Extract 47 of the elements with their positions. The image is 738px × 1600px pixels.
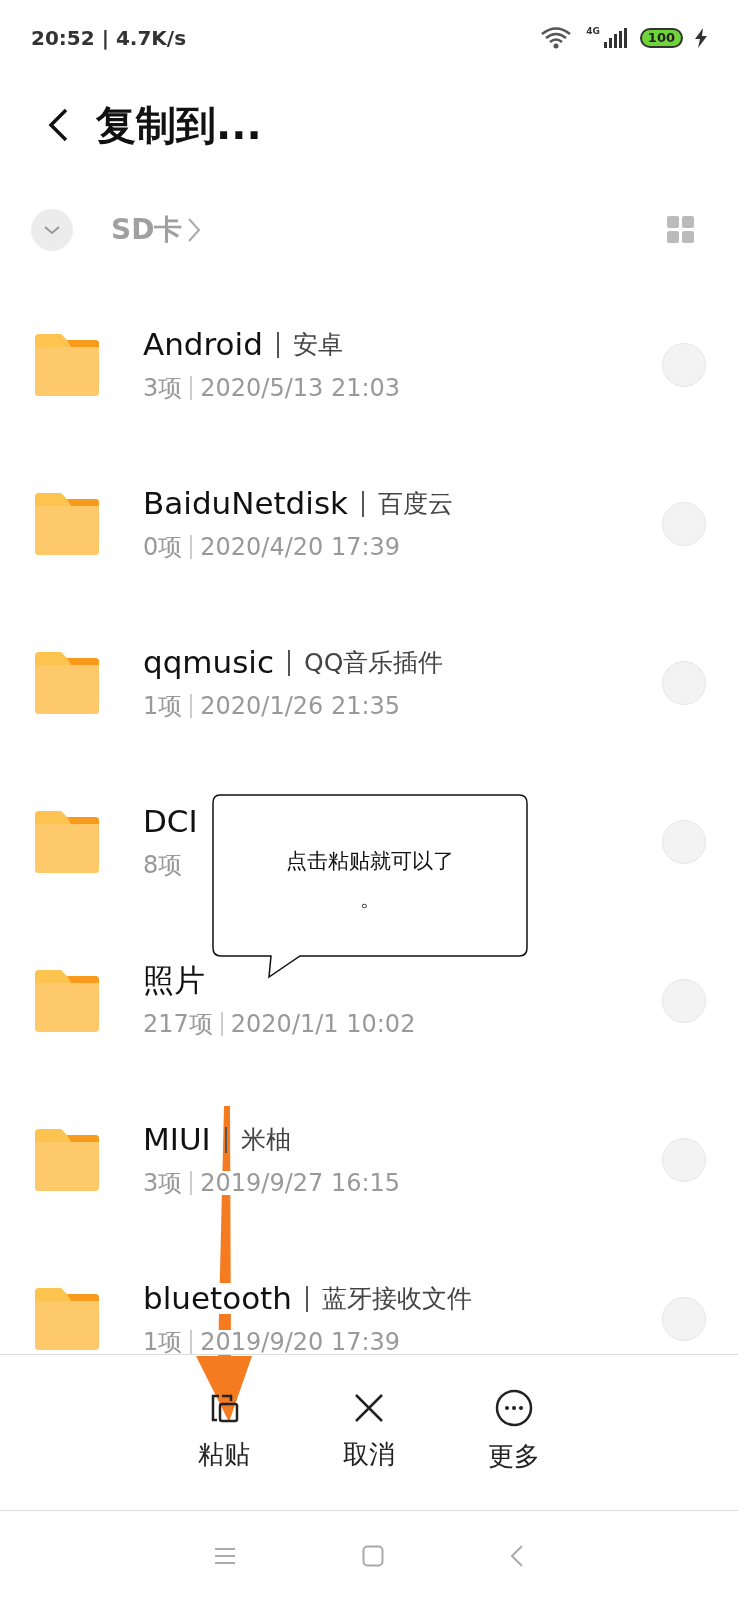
modified-date: 2020/5/13 21:03	[200, 376, 401, 400]
select-radio[interactable]	[662, 1296, 706, 1341]
modified-date: 2020/1/26 21:35	[200, 694, 401, 718]
status-time: 20:52 | 4.7K/s	[31, 24, 187, 52]
network-type: 4G	[586, 27, 600, 36]
select-radio[interactable]	[662, 819, 706, 864]
item-count: 1项	[143, 694, 183, 718]
home-icon[interactable]	[362, 1544, 384, 1567]
modified-date: 2020/1/1 10:02	[230, 1012, 416, 1036]
item-count: 217项	[143, 1012, 213, 1036]
callout-text: 点击粘贴就可以了。	[285, 848, 455, 913]
modified-date: 2019/9/20 17:39	[200, 1330, 401, 1354]
grid-view-icon[interactable]	[667, 216, 695, 244]
select-radio[interactable]	[662, 1137, 706, 1182]
back-nav-icon[interactable]	[510, 1544, 524, 1567]
item-count: 1项	[143, 1330, 183, 1354]
folder-name: 照片	[143, 965, 205, 996]
battery-indicator: 100	[639, 27, 683, 48]
more-icon	[495, 1389, 533, 1427]
select-radio[interactable]	[662, 342, 706, 387]
modified-date: 2020/4/20 17:39	[200, 535, 401, 559]
folder-name: qqmusic	[143, 647, 274, 678]
page-title: 复制到...	[96, 101, 262, 150]
chevron-right-icon	[186, 216, 203, 244]
chevron-down-icon	[43, 225, 61, 235]
item-count: 3项	[143, 1171, 183, 1195]
action-button[interactable]: 更多	[476, 1389, 552, 1476]
action-button[interactable]: 粘贴	[186, 1391, 262, 1474]
select-radio[interactable]	[662, 660, 706, 705]
folder-alias: 安卓	[292, 332, 343, 357]
select-radio[interactable]	[662, 978, 706, 1023]
action-button[interactable]: 取消	[331, 1391, 407, 1474]
back-icon[interactable]	[46, 107, 70, 143]
item-count: 0项	[143, 535, 183, 559]
folder-name: bluetooth	[143, 1283, 292, 1314]
collapse-button[interactable]	[31, 209, 73, 251]
menu-icon[interactable]	[214, 1546, 236, 1565]
modified-date: 2019/9/27 16:15	[200, 1171, 401, 1195]
folder-alias: QQ音乐插件	[304, 650, 444, 675]
signal-icon	[603, 28, 628, 48]
folder-alias: 米柚	[240, 1127, 291, 1152]
folder-alias: 蓝牙接收文件	[321, 1286, 472, 1311]
item-count: 8项	[143, 853, 183, 877]
item-count: 3项	[143, 376, 183, 400]
select-radio[interactable]	[662, 501, 706, 546]
folder-alias: 百度云	[378, 491, 453, 516]
charging-icon	[695, 27, 707, 48]
